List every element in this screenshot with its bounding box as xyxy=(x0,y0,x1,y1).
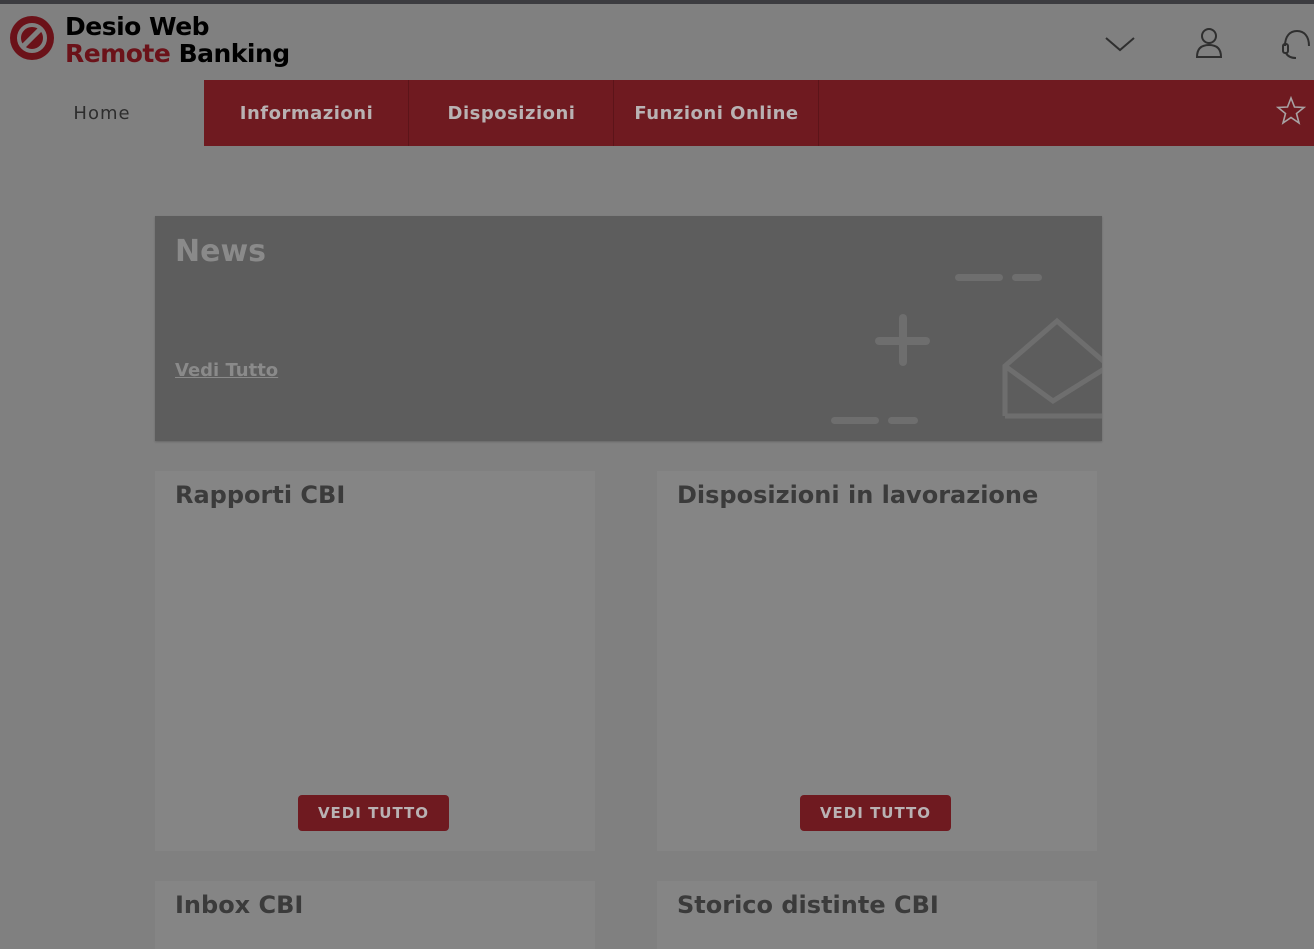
card-title: Storico distinte CBI xyxy=(677,891,939,919)
chevron-down-icon[interactable] xyxy=(1103,26,1137,60)
card-storico-distinte-cbi: Storico distinte CBI xyxy=(657,881,1097,949)
mail-illustration-icon xyxy=(831,274,1102,424)
card-title: Inbox CBI xyxy=(175,891,304,919)
brand-name-line1: Desio Web xyxy=(65,12,210,41)
brand-logo[interactable]: Desio Web Remote Banking xyxy=(10,10,300,72)
card-title: Disposizioni in lavorazione xyxy=(677,481,1039,509)
brand-name-line2: Remote Banking xyxy=(65,39,290,68)
news-view-all-link[interactable]: Vedi Tutto xyxy=(175,360,278,381)
user-icon[interactable] xyxy=(1192,26,1226,60)
star-icon[interactable] xyxy=(1276,96,1306,126)
card-rapporti-cbi: Rapporti CBI VEDI TUTTO xyxy=(155,471,595,851)
nav-funzioni-online[interactable]: Funzioni Online xyxy=(615,80,819,146)
card-title: Rapporti CBI xyxy=(175,481,346,509)
nav-informazioni[interactable]: Informazioni xyxy=(205,80,409,146)
card-inbox-cbi: Inbox CBI xyxy=(155,881,595,949)
bank-logo-icon xyxy=(10,16,54,60)
brand-name-remote: Remote xyxy=(65,39,171,68)
news-title: News xyxy=(175,234,267,269)
view-all-button[interactable]: VEDI TUTTO xyxy=(298,795,449,831)
view-all-button[interactable]: VEDI TUTTO xyxy=(800,795,951,831)
card-disposizioni-in-lavorazione: Disposizioni in lavorazione VEDI TUTTO xyxy=(657,471,1097,851)
main-navigation: Home Informazioni Disposizioni Funzioni … xyxy=(0,80,1314,146)
headset-icon[interactable] xyxy=(1280,26,1314,60)
news-panel: News Vedi Tutto xyxy=(155,216,1102,441)
header: Desio Web Remote Banking xyxy=(0,4,1314,80)
nav-home[interactable]: Home xyxy=(0,80,204,146)
nav-disposizioni[interactable]: Disposizioni xyxy=(410,80,614,146)
brand-name-banking: Banking xyxy=(178,39,291,68)
